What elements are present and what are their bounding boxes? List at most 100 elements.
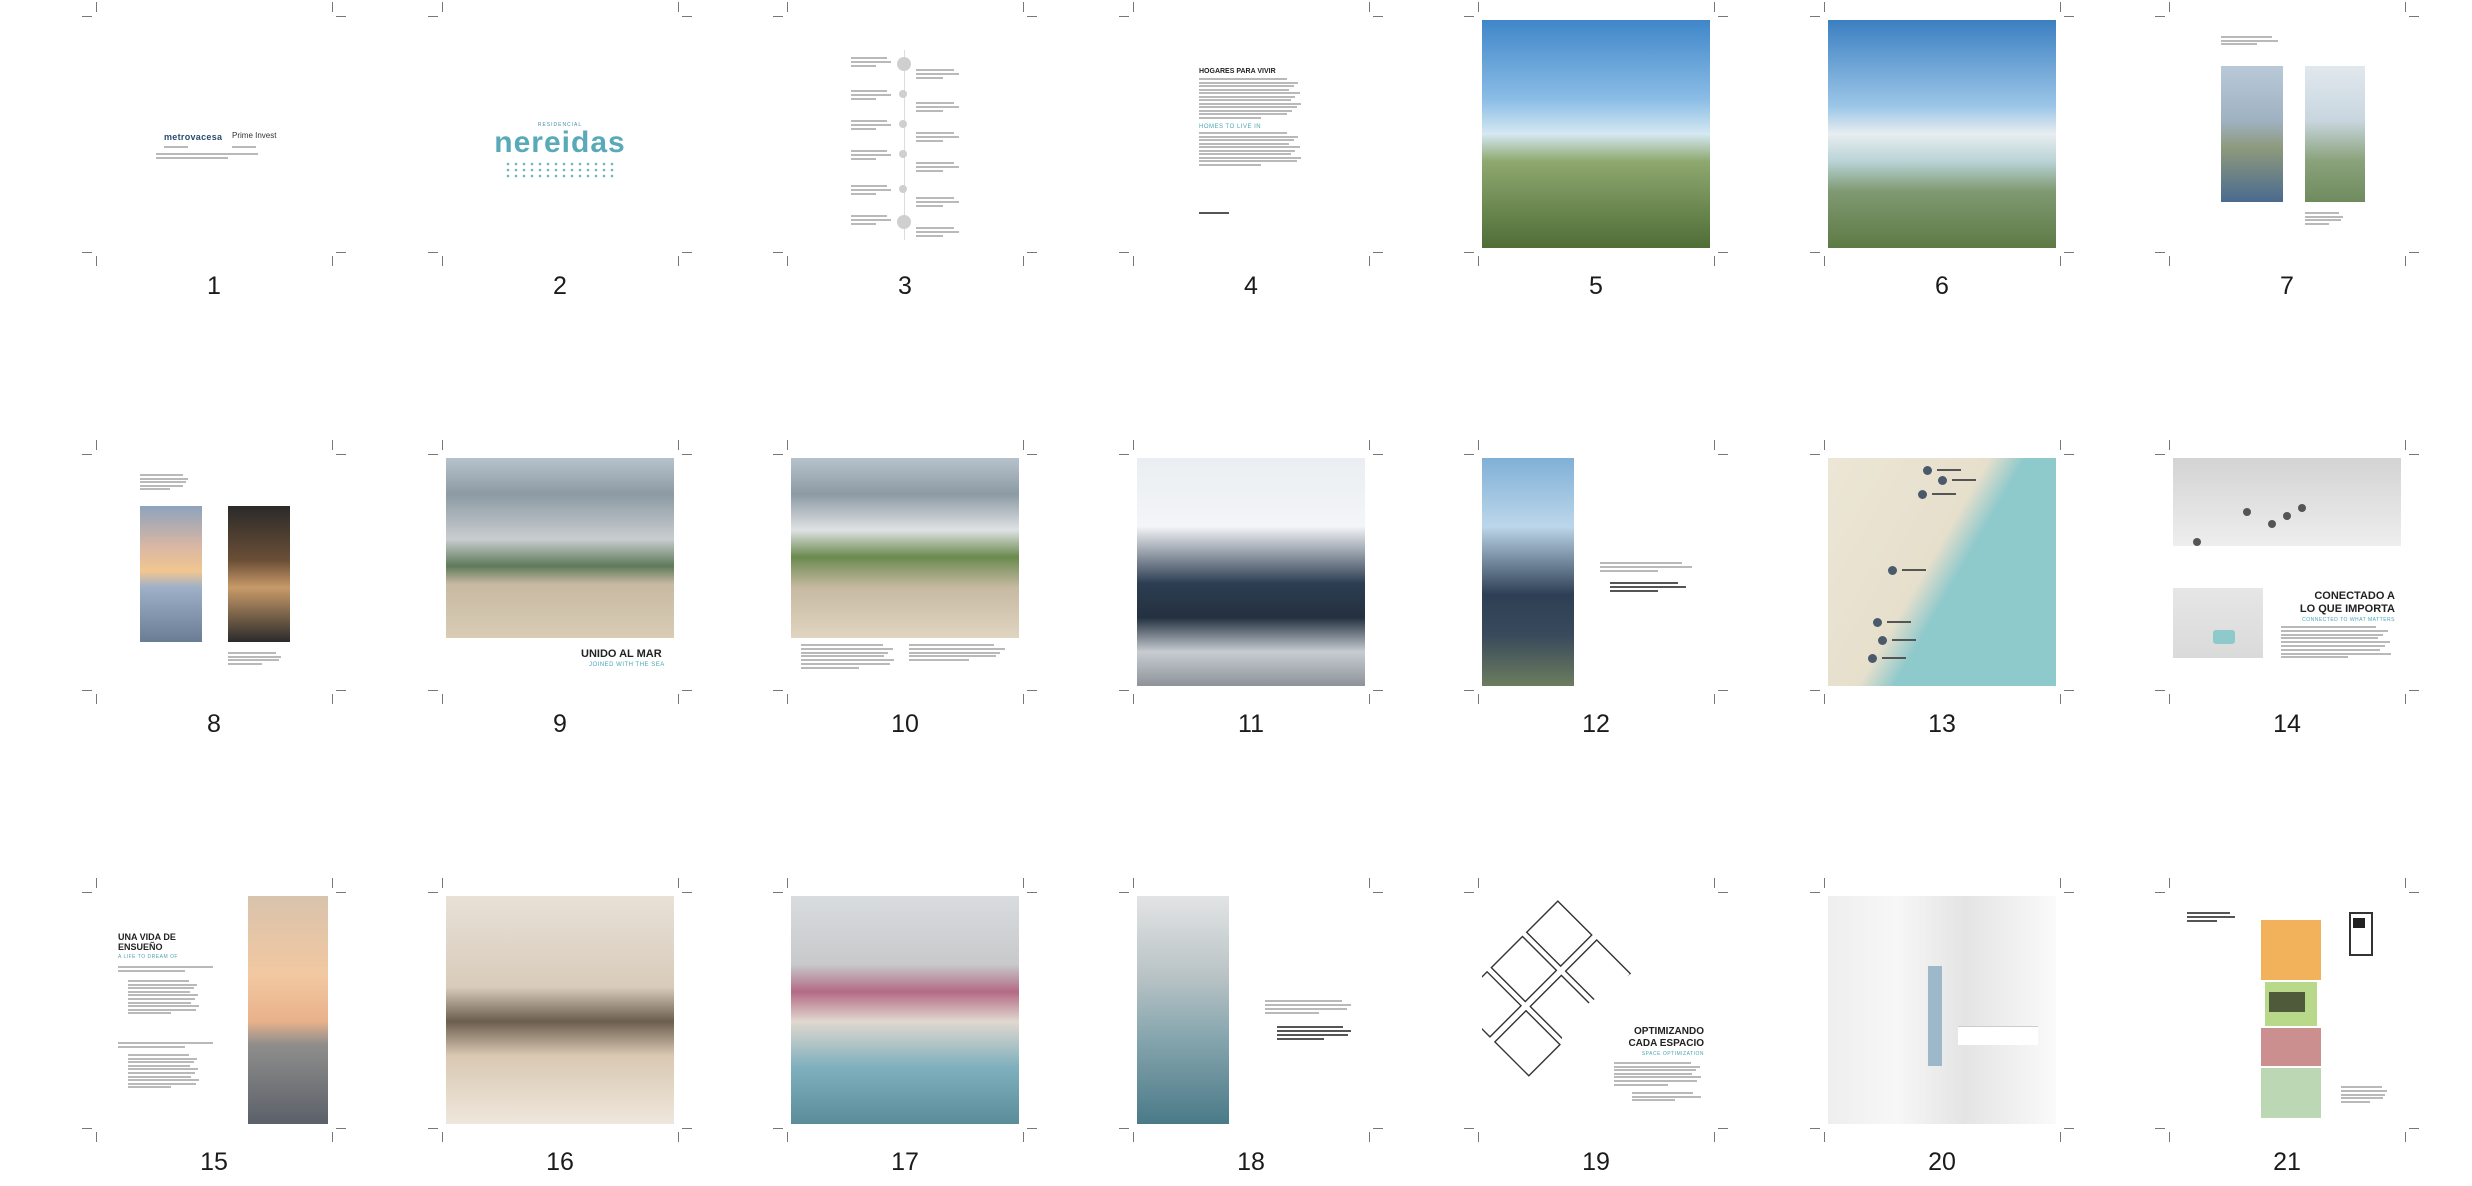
conectado-heading-2: LO QUE IMPORTA (2299, 603, 2395, 615)
wave-dot (562, 168, 566, 172)
wave-dot (610, 162, 614, 166)
crop-mark (1718, 690, 1728, 691)
text-line (128, 1079, 199, 1082)
crop-mark (1023, 256, 1024, 266)
text-line (1199, 81, 1299, 84)
text-line (801, 659, 895, 662)
page-number-label: 4 (1244, 272, 1258, 300)
wave-dot (530, 162, 534, 166)
crop-mark (428, 892, 438, 893)
hogares-heading: HOGARES PARA VIVIR (1199, 68, 1276, 75)
crop-mark (1824, 2, 1825, 12)
page-number-label: 7 (2280, 272, 2294, 300)
text-line (916, 227, 955, 229)
text-line (916, 77, 943, 79)
page-number-label: 12 (1582, 710, 1610, 738)
wave-dot (586, 162, 590, 166)
page-thumbnail-grid: metrovacesa Prime Invest 1 RESIDENCIAL nerei… (0, 0, 2472, 1186)
page-preview (1137, 896, 1365, 1124)
unido-heading: UNIDO AL MAR (581, 648, 662, 660)
text-line (156, 153, 258, 155)
text-line (801, 666, 859, 669)
page-preview: metrovacesa Prime Invest (100, 20, 328, 248)
page-number-label: 18 (1237, 1148, 1265, 1176)
text-line (916, 102, 955, 104)
text-line (128, 987, 194, 990)
crop-mark (96, 256, 97, 266)
crop-mark (1119, 454, 1129, 455)
crop-mark (1824, 878, 1825, 888)
plan-furniture (2269, 992, 2305, 1012)
wave-dot (530, 174, 534, 178)
crop-mark (1714, 878, 1715, 888)
crop-mark (1119, 892, 1129, 893)
text-line (801, 651, 889, 654)
crop-mark (332, 2, 333, 12)
wave-dot (586, 168, 590, 172)
wave-dot (610, 168, 614, 172)
wave-dot (586, 174, 590, 178)
crop-mark (1718, 454, 1728, 455)
crop-mark (1718, 16, 1728, 17)
crop-mark (1133, 2, 1134, 12)
page-number-label: 10 (891, 710, 919, 738)
metrovacesa-logo: metrovacesa (164, 132, 223, 142)
wave-dot (522, 168, 526, 172)
crop-mark (787, 440, 788, 450)
crop-mark (1373, 16, 1383, 17)
timeline-dot (899, 120, 907, 128)
timeline-dot (899, 90, 907, 98)
photo-aerial-beach (446, 458, 674, 638)
text-line (2281, 652, 2392, 655)
text-line (118, 970, 186, 972)
map-pin (1923, 466, 1932, 475)
wave-dot (578, 174, 582, 178)
crop-mark (2405, 694, 2406, 704)
plan-terrace (2261, 1028, 2321, 1066)
text-line (851, 124, 892, 126)
timeline-axis (904, 50, 905, 240)
text-line (1265, 1008, 1347, 1010)
text-line (1199, 139, 1294, 141)
text-line (140, 488, 170, 490)
text-line (2281, 648, 2380, 651)
prime-invest-logo: Prime Invest (232, 131, 277, 140)
timeline-dot (899, 150, 907, 158)
text-line (128, 1008, 196, 1011)
floor-plan-room (1493, 1009, 1561, 1077)
text-line (916, 136, 959, 138)
text-line (851, 219, 892, 221)
crop-mark (1478, 878, 1479, 888)
text-line (916, 106, 959, 108)
wave-dot (602, 174, 606, 178)
text-line (1614, 1065, 1700, 1068)
crop-mark (1478, 2, 1479, 12)
crop-mark (2409, 16, 2419, 17)
joined-subheading: JOINED WITH THE SEA (589, 662, 665, 668)
text-line (1199, 156, 1302, 159)
text-line (851, 154, 892, 156)
crop-mark (428, 690, 438, 691)
crop-mark (773, 252, 783, 253)
text-line (1632, 1095, 1701, 1098)
crop-mark (332, 256, 333, 266)
text-line (140, 481, 186, 483)
wave-dot (538, 162, 542, 166)
crop-mark (2409, 1128, 2419, 1129)
crop-mark (1810, 252, 1820, 253)
vida-heading-1: UNA VIDA DE (118, 932, 176, 942)
page-preview (1482, 458, 1710, 686)
page-number-label: 15 (200, 1148, 228, 1176)
crop-mark (2064, 892, 2074, 893)
floor-plan-room (1482, 970, 1523, 1038)
page-preview: UNIDO AL MAR JOINED WITH THE SEA (446, 458, 674, 686)
map-pin (2243, 508, 2251, 516)
map-pin (2283, 512, 2291, 520)
crop-mark (1810, 892, 1820, 893)
text-line (851, 150, 887, 152)
conectado-heading-1: CONECTADO A (2314, 590, 2395, 602)
text-line (1937, 469, 1961, 471)
photo-aerial-building (791, 458, 1019, 638)
text-line (1887, 621, 1911, 623)
crop-mark (1824, 256, 1825, 266)
